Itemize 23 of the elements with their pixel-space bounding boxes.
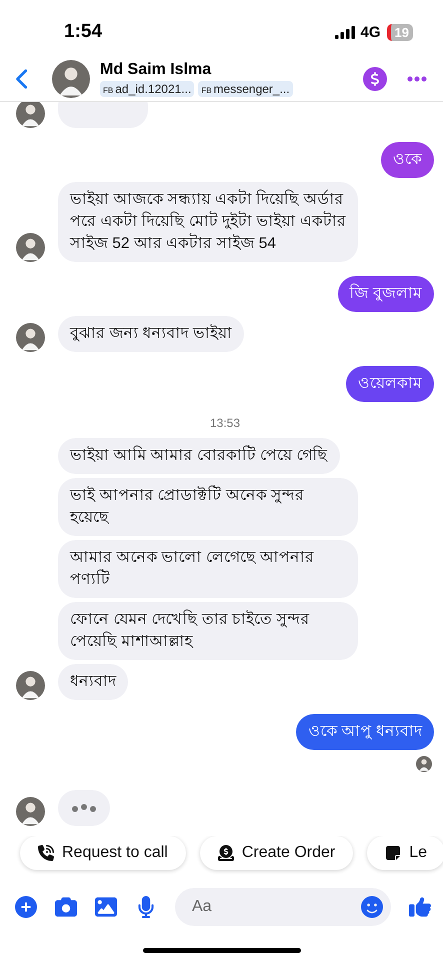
timestamp: 13:53: [210, 416, 240, 430]
quick-reply-chip[interactable]: Le: [367, 836, 443, 870]
quick-reply-chip[interactable]: Request to call: [20, 836, 186, 870]
outgoing-message: ওকে আপু ধন্যবাদ: [296, 714, 434, 750]
message-field[interactable]: Aa: [175, 888, 391, 926]
network-label: 4G: [360, 24, 381, 40]
outgoing-message: ওয়েলকাম: [346, 366, 434, 402]
outgoing-message: জি বুজলাম: [338, 276, 434, 312]
incoming-message: ধন্যবাদ: [58, 664, 128, 700]
contact-name: Md Saim Islma: [100, 60, 212, 78]
status-time: 1:54: [64, 21, 102, 43]
label-tag[interactable]: FB ad_id.12021...: [100, 80, 194, 96]
incoming-message: আমার অনেক ভালো লেগেছে আপনার পণ্যটি: [58, 540, 358, 598]
battery-level: 19: [386, 24, 413, 40]
incoming-message: ভাইয়া আমি আমার বোরকাটি পেয়ে গেছি: [58, 438, 340, 474]
incoming-message: ফোনে যেমন দেখেছি তার চাইতে সুন্দর পেয়েছি মাশাআল্লাহ: [58, 602, 358, 660]
quick-reply-chip[interactable]: Create Order: [200, 836, 354, 870]
message-input[interactable]: Aa: [190, 897, 361, 917]
incoming-message: ভাইয়া আজকে সন্ধ্যায় একটা দিয়েছি অর্ডার পরে একটা দিয়েছি মোট দুইটা ভাইয়া একটার সাইজ 52 আর একটার সাইজ 54: [58, 182, 358, 262]
incoming-message: ভাই আপনার প্রোডাক্টটি অনেক সুন্দর হয়েছে: [58, 478, 358, 536]
incoming-message: বুঝার জন্য ধন্যবাদ ভাইয়া: [58, 316, 244, 352]
label-tag[interactable]: FB messenger_...: [198, 80, 293, 96]
outgoing-message: ওকে: [381, 142, 434, 178]
